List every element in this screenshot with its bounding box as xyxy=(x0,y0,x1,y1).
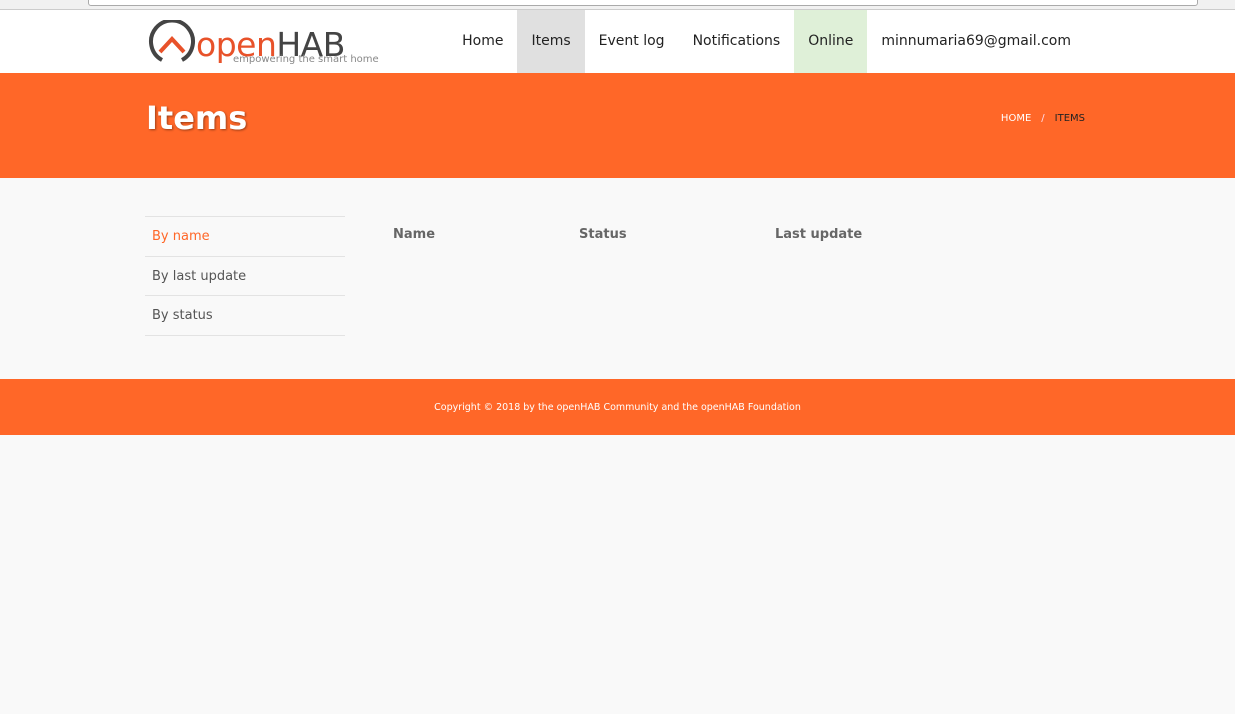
sort-by-last-update[interactable]: By last update xyxy=(145,257,345,296)
nav-items[interactable]: Items xyxy=(517,10,585,73)
nav-notifications[interactable]: Notifications xyxy=(679,10,795,73)
nav-online-status[interactable]: Online xyxy=(794,10,868,73)
nav-user-account[interactable]: minnumaria69@gmail.com xyxy=(867,10,1085,73)
openhab-logo-icon xyxy=(149,20,195,62)
column-header-status: Status xyxy=(579,227,627,242)
browser-strip xyxy=(0,0,1235,10)
column-header-name: Name xyxy=(393,227,436,242)
page-title: Items xyxy=(146,99,248,137)
header: open HAB empowering the smart home Home I… xyxy=(0,10,1235,73)
sort-by-status[interactable]: By status xyxy=(145,296,345,336)
main-nav: Home Items Event log Notifications Onlin… xyxy=(448,10,1085,73)
page-banner: Items HOME / ITEMS xyxy=(0,73,1235,178)
breadcrumb-separator: / xyxy=(1041,113,1045,124)
nav-home[interactable]: Home xyxy=(448,10,517,73)
breadcrumb: HOME / ITEMS xyxy=(1001,113,1085,124)
footer: Copyright © 2018 by the openHAB Communit… xyxy=(0,379,1235,435)
logo[interactable]: open HAB empowering the smart home xyxy=(148,20,379,68)
sort-by-name[interactable]: By name xyxy=(145,217,345,257)
copyright-text: Copyright © 2018 by the openHAB Communit… xyxy=(434,402,801,413)
nav-event-log[interactable]: Event log xyxy=(585,10,679,73)
breadcrumb-home[interactable]: HOME xyxy=(1001,113,1031,124)
sort-sidebar: By name By last update By status xyxy=(145,216,345,336)
logo-tagline: empowering the smart home xyxy=(233,54,379,65)
breadcrumb-current: ITEMS xyxy=(1054,113,1085,124)
address-bar[interactable] xyxy=(88,0,1198,6)
column-header-last-update: Last update xyxy=(775,227,863,242)
